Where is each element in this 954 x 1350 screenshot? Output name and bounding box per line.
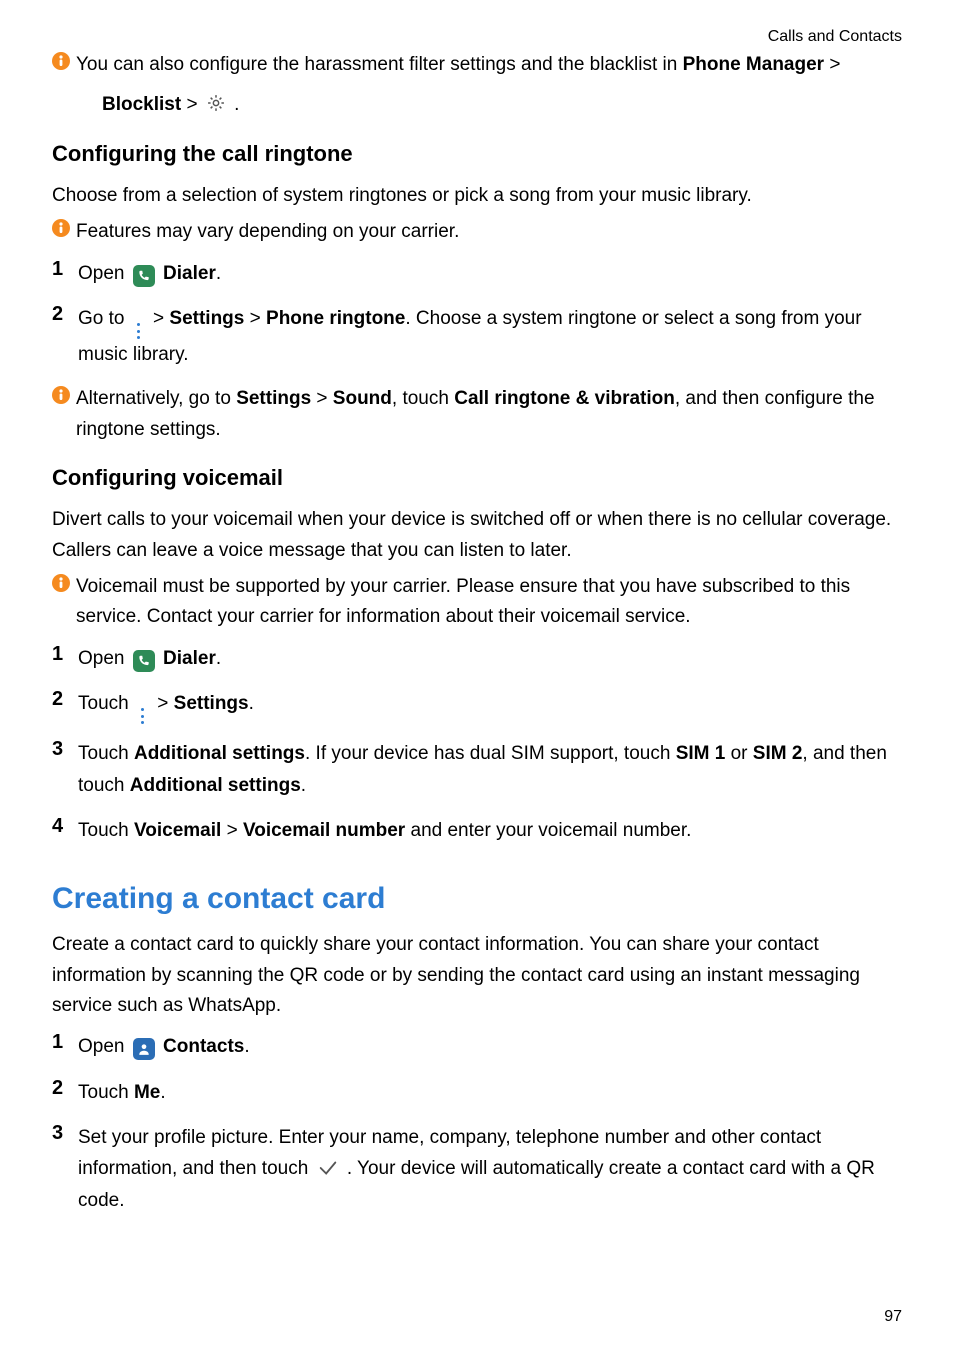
- text: Go to: [78, 308, 130, 329]
- text: Open: [78, 263, 130, 284]
- step-number: 2: [52, 303, 78, 326]
- sep: >: [157, 693, 173, 714]
- heading-contact-card: Creating a contact card: [52, 882, 902, 916]
- text: .: [216, 648, 221, 669]
- text: .: [216, 263, 221, 284]
- label-additional-settings: Additional settings: [134, 743, 305, 764]
- label-voicemail-number: Voicemail number: [243, 820, 405, 841]
- sep: >: [311, 388, 333, 409]
- text: Touch: [78, 693, 134, 714]
- label-dialer: Dialer: [163, 648, 216, 669]
- sep: >: [221, 820, 243, 841]
- more-vertical-icon: [134, 323, 144, 339]
- info-tip-voicemail: Voicemail must be supported by your carr…: [52, 572, 902, 633]
- label-blocklist: Blocklist: [102, 95, 181, 116]
- step-number: 4: [52, 815, 78, 838]
- chapter-title: Calls and Contacts: [52, 28, 902, 46]
- info-icon: [52, 219, 70, 237]
- step-number: 3: [52, 1122, 78, 1145]
- label-call-ringtone-vibration: Call ringtone & vibration: [454, 388, 675, 409]
- gear-icon: [206, 90, 226, 120]
- dialer-app-icon: [133, 650, 155, 672]
- heading-ringtone: Configuring the call ringtone: [52, 141, 902, 167]
- label-settings: Settings: [236, 388, 311, 409]
- voicemail-steps: 1 Open Dialer. 2 Touch > Settings. 3 Tou…: [52, 643, 902, 846]
- step-number: 2: [52, 688, 78, 711]
- page-number: 97: [884, 1308, 902, 1326]
- voicemail-intro: Divert calls to your voicemail when your…: [52, 505, 902, 566]
- text: Features may vary depending on your carr…: [76, 217, 902, 247]
- info-tip-blocklist: You can also configure the harassment fi…: [52, 50, 902, 121]
- ringtone-steps: 1 Open Dialer. 2 Go to > Settings > Phon…: [52, 258, 902, 371]
- info-icon: [52, 52, 70, 70]
- text: .: [249, 693, 254, 714]
- step-number: 1: [52, 1031, 78, 1054]
- text: , touch: [392, 388, 454, 409]
- text: You can also configure the harassment fi…: [76, 54, 683, 75]
- label-dialer: Dialer: [163, 263, 216, 284]
- text: Open: [78, 1036, 130, 1057]
- step-1: 1 Open Dialer.: [52, 643, 902, 674]
- text: Alternatively, go to: [76, 388, 236, 409]
- step-number: 1: [52, 643, 78, 666]
- info-icon: [52, 574, 70, 592]
- label-sim1: SIM 1: [676, 743, 726, 764]
- step-number: 1: [52, 258, 78, 281]
- text: .: [229, 95, 240, 116]
- sep: >: [244, 308, 266, 329]
- label-settings: Settings: [174, 693, 249, 714]
- text: Touch: [78, 820, 134, 841]
- check-icon: [317, 1154, 339, 1185]
- text: or: [725, 743, 752, 764]
- label-contacts: Contacts: [163, 1036, 244, 1057]
- contact-card-steps: 1 Open Contacts. 2 Touch Me. 3 Set your …: [52, 1031, 902, 1216]
- contact-card-intro: Create a contact card to quickly share y…: [52, 930, 902, 1021]
- info-tip-carrier: Features may vary depending on your carr…: [52, 217, 902, 247]
- label-settings: Settings: [169, 308, 244, 329]
- label-phone-manager: Phone Manager: [683, 54, 824, 75]
- step-2: 2 Go to > Settings > Phone ringtone. Cho…: [52, 303, 902, 370]
- ringtone-intro: Choose from a selection of system ringto…: [52, 181, 902, 211]
- text: .: [301, 775, 306, 796]
- text: .: [244, 1036, 249, 1057]
- text: and enter your voicemail number.: [405, 820, 691, 841]
- text: Voicemail must be supported by your carr…: [76, 572, 902, 633]
- step-4: 4 Touch Voicemail > Voicemail number and…: [52, 815, 902, 846]
- step-2: 2 Touch Me.: [52, 1077, 902, 1108]
- step-2: 2 Touch > Settings.: [52, 688, 902, 724]
- step-1: 1 Open Contacts.: [52, 1031, 902, 1062]
- text: .: [160, 1082, 165, 1103]
- text: Touch: [78, 743, 134, 764]
- label-additional-settings: Additional settings: [130, 775, 301, 796]
- info-icon: [52, 386, 70, 404]
- label-voicemail: Voicemail: [134, 820, 221, 841]
- text: Touch: [78, 1082, 134, 1103]
- step-number: 3: [52, 738, 78, 761]
- sep: >: [153, 308, 169, 329]
- more-vertical-icon: [138, 708, 148, 724]
- label-me: Me: [134, 1082, 160, 1103]
- step-3: 3 Set your profile picture. Enter your n…: [52, 1122, 902, 1216]
- contacts-app-icon: [133, 1038, 155, 1060]
- label-sim2: SIM 2: [753, 743, 803, 764]
- step-3: 3 Touch Additional settings. If your dev…: [52, 738, 902, 801]
- text: Open: [78, 648, 130, 669]
- step-number: 2: [52, 1077, 78, 1100]
- text: . If your device has dual SIM support, t…: [305, 743, 676, 764]
- heading-voicemail: Configuring voicemail: [52, 465, 902, 491]
- sep: >: [181, 95, 203, 116]
- step-1: 1 Open Dialer.: [52, 258, 902, 289]
- label-phone-ringtone: Phone ringtone: [266, 308, 405, 329]
- info-tip-alternative: Alternatively, go to Settings > Sound, t…: [52, 384, 902, 445]
- dialer-app-icon: [133, 265, 155, 287]
- label-sound: Sound: [333, 388, 392, 409]
- sep: >: [824, 54, 840, 75]
